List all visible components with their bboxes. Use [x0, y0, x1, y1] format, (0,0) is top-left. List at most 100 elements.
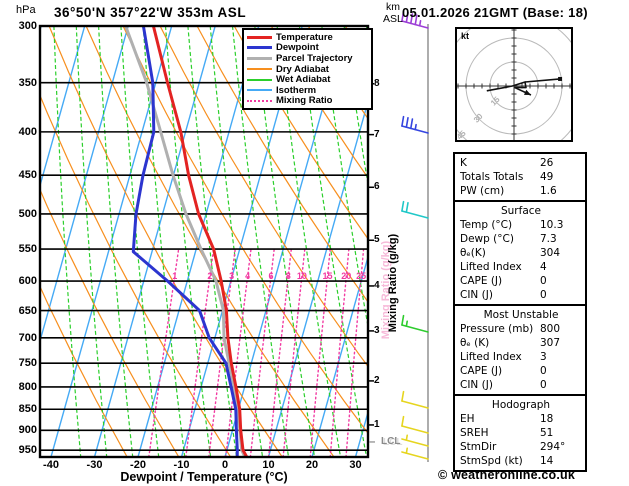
hodograph-ring-label: 45: [457, 128, 468, 140]
pressure-tick-label: 750: [18, 357, 37, 370]
table-row-label: CIN (J): [460, 379, 493, 391]
table-section-header: Hodograph: [491, 399, 551, 411]
table-row-label: StmDir: [460, 441, 497, 453]
page-title: 36°50'N 357°22'W 353m ASL: [54, 5, 247, 20]
table-row-value: 0: [540, 365, 547, 377]
hodograph-storm-marker: [558, 76, 563, 81]
table-row-value: 49: [540, 171, 554, 183]
legend-line-sample: [247, 68, 272, 71]
mixing-ratio-value-label: 1: [172, 271, 177, 281]
pressure-tick-label: 550: [18, 243, 37, 256]
legend-line-sample: [247, 78, 272, 81]
table-row: StmDir 294°: [460, 440, 582, 454]
table-row-value: 26: [540, 157, 554, 169]
legend-line-sample: [247, 56, 272, 60]
legend-label: Wet Adiabat: [276, 74, 331, 86]
pressure-tick-label: 450: [18, 169, 37, 182]
wind-barb: [401, 115, 429, 134]
table-row: CAPE (J) 0: [460, 364, 582, 378]
table-row-label: K: [460, 157, 467, 169]
table-row: Dewp (°C) 7.3: [460, 232, 582, 246]
mixing-ratio-value-label: 3: [229, 271, 234, 281]
table-row-label: Temp (°C): [460, 219, 513, 231]
wind-barb: [401, 415, 429, 434]
pressure-tick-label: 850: [18, 403, 37, 416]
pressure-tick-label: 350: [18, 76, 37, 89]
skewt-sounding-chart: 1 2 3 4 6 8 10 15 20 25 hPa 36°50'N 357°22'W 353m…: [0, 0, 629, 486]
km-tick-label: 1: [374, 418, 380, 430]
table-row-value: 3: [540, 351, 547, 363]
pressure-tick-label: 800: [18, 380, 37, 393]
table-section-header: Surface: [500, 205, 541, 217]
pressure-tick-label: 500: [18, 207, 37, 220]
lcl-marker-label: LCL: [381, 436, 401, 447]
table-row-label: SREH: [460, 427, 489, 439]
mixing-ratio-value-label: 25: [356, 271, 366, 281]
legend-label: Dry Adiabat: [276, 63, 329, 75]
table-row-value: 14: [540, 455, 554, 467]
table-row-label: Totals Totals: [460, 171, 524, 183]
legend-item: Dewpoint: [247, 42, 371, 53]
table-row: CAPE (J) 0: [460, 274, 582, 288]
table-row-label: Lifted Index: [460, 261, 522, 273]
wind-barb: [401, 200, 429, 219]
mixing-ratio-value-label: 20: [341, 271, 351, 281]
run-date-label: 05.01.2026 21GMT (Base: 18): [402, 5, 588, 20]
km-tick-label: 7: [374, 128, 380, 140]
wind-barb: [401, 447, 429, 460]
table-row: StmSpd (kt) 14: [460, 454, 582, 468]
altitude-axis-unit-asl: ASL: [383, 13, 403, 25]
mixing-ratio-value-label: 8: [286, 271, 291, 281]
table-row: Lifted Index 3: [460, 350, 582, 364]
legend-line-sample: [247, 35, 272, 39]
pressure-tick-label: 950: [18, 444, 37, 457]
table-row: Temp (°C) 10.3: [460, 218, 582, 232]
table-row: PW (cm) 1.6: [460, 184, 582, 198]
table-row: Pressure (mb) 800: [460, 322, 582, 336]
table-section: K 26 Totals Totals 49 PW (cm) 1.6: [453, 152, 587, 202]
wind-barb: [401, 390, 429, 409]
legend-item: Dry Adiabat: [247, 64, 371, 75]
altitude-axis-unit-km: km: [386, 1, 400, 13]
table-row: CIN (J) 0: [460, 378, 582, 392]
wind-barb: [401, 434, 429, 447]
pressure-tick-label: 300: [18, 20, 37, 32]
table-section: Most Unstable Pressure (mb) 800 θₑ (K) 307 Li…: [453, 304, 587, 396]
table-section-header: Most Unstable: [483, 309, 559, 321]
mixing-ratio-axis-label: Mixing Ratio (g/kg): [387, 233, 399, 333]
table-row-value: 7.3: [540, 233, 557, 245]
table-row-value: 294°: [540, 441, 566, 453]
table-row-label: CAPE (J): [460, 275, 503, 287]
km-tick-label: 2: [374, 374, 380, 386]
table-row: K 26: [460, 156, 582, 170]
legend-item: Temperature: [247, 32, 371, 43]
table-row-label: Dewp (°C): [460, 233, 514, 245]
table-row-value: 0: [540, 289, 547, 301]
x-axis-title: Dewpoint / Temperature (°C): [120, 470, 288, 484]
legend-label: Isotherm: [276, 84, 317, 96]
table-row-value: 304: [540, 247, 561, 259]
pressure-axis-unit: hPa: [16, 4, 36, 16]
mixing-ratio-value-label: 10: [297, 271, 307, 281]
table-row: CIN (J) 0: [460, 288, 582, 302]
hodograph-unit-label: kt: [461, 31, 470, 41]
table-row-label: CAPE (J): [460, 365, 503, 377]
legend-line-sample: [247, 99, 272, 102]
table-row-label: θₑ (K): [460, 337, 490, 349]
pressure-tick-label: 400: [18, 125, 37, 138]
table-row-label: CIN (J): [460, 289, 493, 301]
mixing-ratio-value-label: 15: [322, 271, 332, 281]
legend-item: Wet Adiabat: [247, 74, 371, 85]
legend-item: Mixing Ratio: [247, 95, 371, 107]
legend-label: Mixing Ratio: [276, 95, 333, 107]
table-row-value: 18: [540, 413, 554, 425]
sounding-curves: [124, 26, 249, 457]
table-section: Surface Temp (°C) 10.3 Dewp (°C) 7.3 θₑ(K) 304…: [453, 200, 587, 306]
table-row-label: Pressure (mb): [460, 323, 534, 335]
table-row-value: 51: [540, 427, 554, 439]
table-row-label: θₑ(K): [460, 247, 486, 259]
legend-item: Parcel Trajectory: [247, 53, 371, 64]
table-row-label: StmSpd (kt): [460, 455, 523, 467]
legend-line-sample: [247, 46, 272, 50]
table-row: Totals Totals 49: [460, 170, 582, 184]
